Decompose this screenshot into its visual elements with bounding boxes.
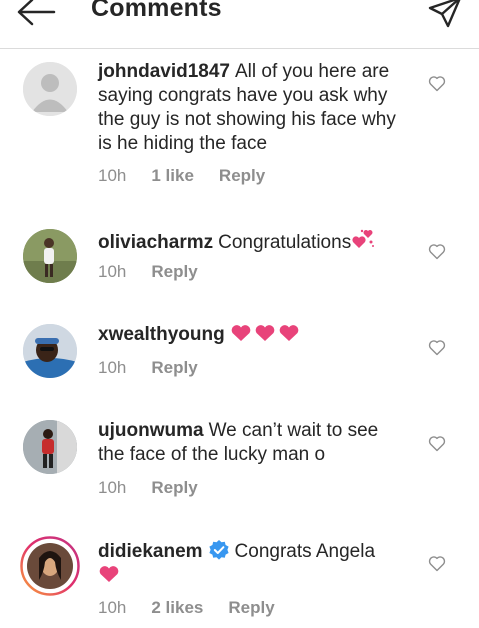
profile-photo bbox=[23, 324, 77, 378]
comment-body: didiekanem Congrats Angela bbox=[98, 539, 408, 588]
default-avatar-icon bbox=[23, 62, 77, 116]
comment-body: johndavid1847 All of you here are saying … bbox=[98, 60, 408, 156]
reply-button[interactable]: Reply bbox=[219, 166, 265, 185]
avatar[interactable] bbox=[23, 62, 77, 116]
comment-time: 10h bbox=[98, 166, 127, 185]
heart-outline-icon[interactable] bbox=[428, 555, 446, 572]
comment-username[interactable]: didiekanem bbox=[98, 541, 203, 562]
heart-emoji-icon bbox=[99, 566, 119, 582]
comment-meta: 10h Reply bbox=[98, 262, 223, 282]
heart-emoji-icon bbox=[255, 325, 274, 341]
comment-text: Congrats Angela bbox=[234, 541, 376, 562]
comment-likes[interactable]: 1 like bbox=[151, 166, 194, 185]
heart-outline-icon[interactable] bbox=[428, 435, 446, 452]
reply-button[interactable]: Reply bbox=[151, 262, 197, 281]
comment-meta: 10h Reply bbox=[98, 358, 223, 378]
story-ring-avatar bbox=[20, 536, 80, 596]
comment-body: xwealthyoung bbox=[98, 323, 408, 347]
comment-username[interactable]: johndavid1847 bbox=[98, 61, 230, 82]
comment-meta: 10h 2 likes Reply bbox=[98, 598, 300, 618]
avatar[interactable] bbox=[23, 324, 77, 378]
avatar[interactable] bbox=[23, 229, 77, 283]
sparkling-hearts-emoji-icon bbox=[352, 229, 375, 248]
heart-emoji-icon bbox=[279, 325, 298, 341]
reply-button[interactable]: Reply bbox=[151, 478, 197, 497]
comment-body: oliviacharmz Congratulations bbox=[98, 228, 408, 255]
page-title: Comments bbox=[91, 0, 222, 22]
avatar[interactable] bbox=[20, 536, 80, 596]
comment-username[interactable]: xwealthyoung bbox=[98, 324, 225, 345]
heart-outline-icon[interactable] bbox=[428, 243, 446, 260]
heart-outline-icon[interactable] bbox=[428, 75, 446, 92]
comment-body: ujuonwuma We can’t wait to see the face o… bbox=[98, 419, 408, 467]
reply-button[interactable]: Reply bbox=[228, 598, 274, 617]
reply-button[interactable]: Reply bbox=[151, 358, 197, 377]
comment-time: 10h bbox=[98, 358, 127, 377]
comments-header: Comments bbox=[0, 0, 479, 49]
arrow-left-icon[interactable] bbox=[14, 0, 58, 30]
comment-time: 10h bbox=[98, 598, 127, 617]
profile-photo bbox=[23, 229, 77, 283]
comment-username[interactable]: ujuonwuma bbox=[98, 420, 204, 441]
avatar[interactable] bbox=[23, 420, 77, 474]
comment-time: 10h bbox=[98, 478, 127, 497]
profile-photo bbox=[23, 420, 77, 474]
comment-text: Congratulations bbox=[218, 232, 352, 253]
comment-likes[interactable]: 2 likes bbox=[151, 598, 203, 617]
heart-emoji-icon bbox=[231, 325, 250, 341]
paper-plane-icon[interactable] bbox=[426, 0, 464, 30]
comment-username[interactable]: oliviacharmz bbox=[98, 232, 213, 253]
verified-badge-icon bbox=[208, 540, 229, 560]
heart-outline-icon[interactable] bbox=[428, 339, 446, 356]
comment-meta: 10h 1 like Reply bbox=[98, 166, 290, 186]
comment-time: 10h bbox=[98, 262, 127, 281]
comment-meta: 10h Reply bbox=[98, 478, 223, 498]
